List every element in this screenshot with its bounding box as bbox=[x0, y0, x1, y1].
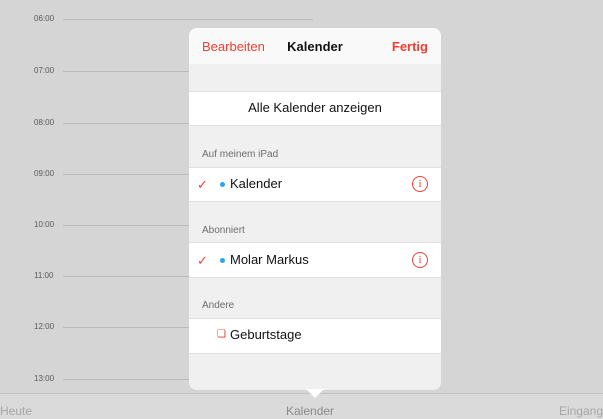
divider bbox=[189, 167, 441, 168]
show-all-row[interactable]: Alle Kalender anzeigen bbox=[189, 91, 441, 126]
hour-row: 06:00 bbox=[0, 13, 603, 25]
calendars-button[interactable]: Kalender bbox=[286, 403, 334, 419]
calendar-name: Kalender bbox=[230, 176, 283, 191]
calendar-item-geburtstage[interactable]: ❏ Geburtstage bbox=[189, 318, 441, 353]
hour-label: 08:00 bbox=[34, 118, 55, 127]
calendar-color-dot bbox=[220, 182, 225, 187]
edit-button[interactable]: Bearbeiten bbox=[202, 39, 265, 54]
calendar-name: Geburtstage bbox=[230, 327, 302, 342]
section-header-label: Auf meinem iPad bbox=[202, 149, 279, 160]
section-spacer bbox=[189, 64, 441, 91]
gift-icon: ❏ bbox=[217, 329, 226, 340]
checkmark-icon: ✓ bbox=[197, 253, 208, 268]
bottom-toolbar: Heute Kalender Eingang bbox=[0, 393, 603, 419]
hour-label: 10:00 bbox=[34, 220, 55, 229]
hour-line bbox=[63, 19, 313, 20]
section-header-label: Abonniert bbox=[202, 225, 245, 236]
hour-label: 12:00 bbox=[34, 322, 55, 331]
hour-label: 13:00 bbox=[34, 374, 55, 383]
section-header: Auf meinem iPad bbox=[189, 126, 441, 167]
calendars-popover: Bearbeiten Kalender Fertig Alle Kalender… bbox=[189, 28, 441, 390]
hour-label: 11:00 bbox=[34, 271, 54, 280]
section-spacer bbox=[189, 354, 441, 390]
inbox-button[interactable]: Eingang bbox=[559, 403, 603, 419]
show-all-button[interactable]: Alle Kalender anzeigen bbox=[189, 100, 441, 115]
divider bbox=[189, 242, 441, 243]
section-header-label: Andere bbox=[202, 300, 235, 311]
popover-navbar: Bearbeiten Kalender Fertig bbox=[189, 28, 441, 64]
popover-title: Kalender bbox=[287, 39, 343, 54]
divider bbox=[189, 91, 441, 92]
divider bbox=[189, 318, 441, 319]
info-icon[interactable]: i bbox=[412, 176, 428, 192]
today-button[interactable]: Heute bbox=[0, 403, 32, 419]
calendar-item-molar-markus[interactable]: ✓ Molar Markus i bbox=[189, 242, 441, 278]
done-button[interactable]: Fertig bbox=[392, 39, 428, 54]
hour-label: 07:00 bbox=[34, 66, 55, 75]
checkmark-icon: ✓ bbox=[197, 177, 208, 192]
hour-label: 06:00 bbox=[34, 14, 55, 23]
calendar-name: Molar Markus bbox=[230, 252, 309, 267]
hour-label: 09:00 bbox=[34, 169, 55, 178]
info-icon[interactable]: i bbox=[412, 252, 428, 268]
calendar-color-dot bbox=[220, 258, 225, 263]
popover-arrow bbox=[306, 389, 324, 398]
section-header: Andere bbox=[189, 278, 441, 318]
calendar-item-kalender[interactable]: ✓ Kalender i bbox=[189, 167, 441, 202]
section-header: Abonniert bbox=[189, 202, 441, 242]
